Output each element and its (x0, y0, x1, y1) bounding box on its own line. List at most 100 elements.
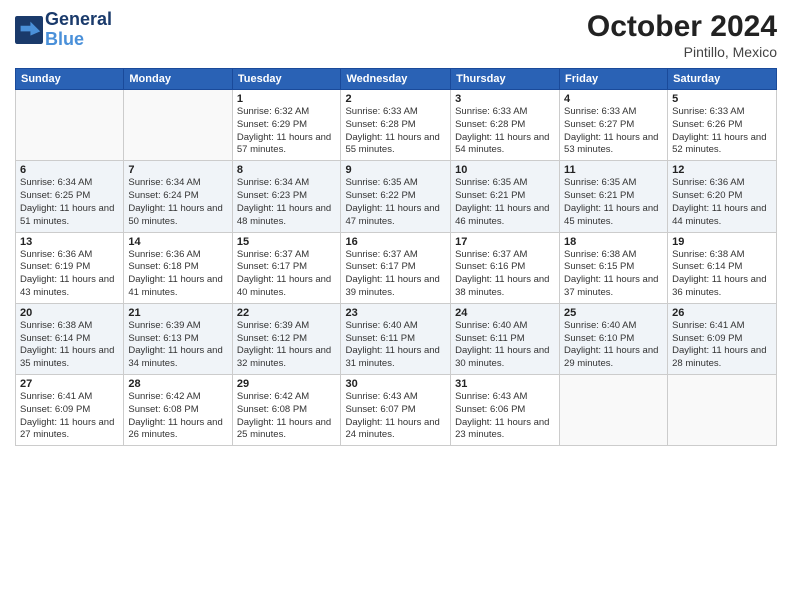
header: General Blue October 2024 Pintillo, Mexi… (15, 10, 777, 60)
day-info: Sunrise: 6:43 AMSunset: 6:07 PMDaylight:… (345, 391, 446, 442)
calendar-cell: 31Sunrise: 6:43 AMSunset: 6:06 PMDayligh… (451, 375, 560, 446)
day-number: 6 (20, 164, 119, 176)
calendar-cell: 3Sunrise: 6:33 AMSunset: 6:28 PMDaylight… (451, 90, 560, 161)
calendar-cell: 11Sunrise: 6:35 AMSunset: 6:21 PMDayligh… (560, 161, 668, 232)
day-number: 12 (672, 164, 772, 176)
day-number: 13 (20, 236, 119, 248)
logo-line1: General (45, 10, 112, 30)
calendar-cell: 24Sunrise: 6:40 AMSunset: 6:11 PMDayligh… (451, 303, 560, 374)
day-info: Sunrise: 6:34 AMSunset: 6:25 PMDaylight:… (20, 177, 119, 228)
calendar-cell: 10Sunrise: 6:35 AMSunset: 6:21 PMDayligh… (451, 161, 560, 232)
calendar-cell (124, 90, 232, 161)
day-number: 14 (128, 236, 227, 248)
day-number: 16 (345, 236, 446, 248)
weekday-header-sunday: Sunday (16, 69, 124, 90)
week-row-2: 6Sunrise: 6:34 AMSunset: 6:25 PMDaylight… (16, 161, 777, 232)
calendar-cell: 20Sunrise: 6:38 AMSunset: 6:14 PMDayligh… (16, 303, 124, 374)
day-info: Sunrise: 6:38 AMSunset: 6:14 PMDaylight:… (672, 249, 772, 300)
day-info: Sunrise: 6:38 AMSunset: 6:14 PMDaylight:… (20, 320, 119, 371)
day-number: 31 (455, 378, 555, 390)
weekday-header-thursday: Thursday (451, 69, 560, 90)
day-info: Sunrise: 6:37 AMSunset: 6:16 PMDaylight:… (455, 249, 555, 300)
day-number: 29 (237, 378, 337, 390)
calendar-cell (668, 375, 777, 446)
day-info: Sunrise: 6:40 AMSunset: 6:11 PMDaylight:… (345, 320, 446, 371)
calendar-cell (16, 90, 124, 161)
day-info: Sunrise: 6:36 AMSunset: 6:18 PMDaylight:… (128, 249, 227, 300)
calendar-cell: 7Sunrise: 6:34 AMSunset: 6:24 PMDaylight… (124, 161, 232, 232)
day-info: Sunrise: 6:38 AMSunset: 6:15 PMDaylight:… (564, 249, 663, 300)
calendar-cell: 19Sunrise: 6:38 AMSunset: 6:14 PMDayligh… (668, 232, 777, 303)
day-number: 4 (564, 93, 663, 105)
calendar-cell: 12Sunrise: 6:36 AMSunset: 6:20 PMDayligh… (668, 161, 777, 232)
day-info: Sunrise: 6:39 AMSunset: 6:13 PMDaylight:… (128, 320, 227, 371)
calendar-cell: 28Sunrise: 6:42 AMSunset: 6:08 PMDayligh… (124, 375, 232, 446)
day-number: 10 (455, 164, 555, 176)
week-row-3: 13Sunrise: 6:36 AMSunset: 6:19 PMDayligh… (16, 232, 777, 303)
calendar-cell: 6Sunrise: 6:34 AMSunset: 6:25 PMDaylight… (16, 161, 124, 232)
day-info: Sunrise: 6:35 AMSunset: 6:21 PMDaylight:… (564, 177, 663, 228)
calendar-cell: 4Sunrise: 6:33 AMSunset: 6:27 PMDaylight… (560, 90, 668, 161)
calendar-cell: 25Sunrise: 6:40 AMSunset: 6:10 PMDayligh… (560, 303, 668, 374)
day-number: 5 (672, 93, 772, 105)
week-row-4: 20Sunrise: 6:38 AMSunset: 6:14 PMDayligh… (16, 303, 777, 374)
day-number: 24 (455, 307, 555, 319)
weekday-header-friday: Friday (560, 69, 668, 90)
day-info: Sunrise: 6:40 AMSunset: 6:11 PMDaylight:… (455, 320, 555, 371)
day-number: 17 (455, 236, 555, 248)
day-info: Sunrise: 6:36 AMSunset: 6:20 PMDaylight:… (672, 177, 772, 228)
day-info: Sunrise: 6:42 AMSunset: 6:08 PMDaylight:… (237, 391, 337, 442)
day-info: Sunrise: 6:34 AMSunset: 6:24 PMDaylight:… (128, 177, 227, 228)
calendar-cell: 2Sunrise: 6:33 AMSunset: 6:28 PMDaylight… (341, 90, 451, 161)
calendar-cell: 26Sunrise: 6:41 AMSunset: 6:09 PMDayligh… (668, 303, 777, 374)
calendar-cell: 9Sunrise: 6:35 AMSunset: 6:22 PMDaylight… (341, 161, 451, 232)
logo: General Blue (15, 10, 112, 50)
week-row-1: 1Sunrise: 6:32 AMSunset: 6:29 PMDaylight… (16, 90, 777, 161)
day-number: 15 (237, 236, 337, 248)
calendar-cell: 15Sunrise: 6:37 AMSunset: 6:17 PMDayligh… (232, 232, 341, 303)
calendar-table: SundayMondayTuesdayWednesdayThursdayFrid… (15, 68, 777, 446)
day-number: 30 (345, 378, 446, 390)
day-number: 3 (455, 93, 555, 105)
calendar-cell: 1Sunrise: 6:32 AMSunset: 6:29 PMDaylight… (232, 90, 341, 161)
day-info: Sunrise: 6:35 AMSunset: 6:22 PMDaylight:… (345, 177, 446, 228)
day-info: Sunrise: 6:35 AMSunset: 6:21 PMDaylight:… (455, 177, 555, 228)
day-info: Sunrise: 6:37 AMSunset: 6:17 PMDaylight:… (345, 249, 446, 300)
day-info: Sunrise: 6:33 AMSunset: 6:27 PMDaylight:… (564, 106, 663, 157)
day-info: Sunrise: 6:41 AMSunset: 6:09 PMDaylight:… (672, 320, 772, 371)
weekday-header-tuesday: Tuesday (232, 69, 341, 90)
calendar-cell: 27Sunrise: 6:41 AMSunset: 6:09 PMDayligh… (16, 375, 124, 446)
day-info: Sunrise: 6:32 AMSunset: 6:29 PMDaylight:… (237, 106, 337, 157)
day-info: Sunrise: 6:41 AMSunset: 6:09 PMDaylight:… (20, 391, 119, 442)
day-info: Sunrise: 6:40 AMSunset: 6:10 PMDaylight:… (564, 320, 663, 371)
day-number: 20 (20, 307, 119, 319)
day-number: 23 (345, 307, 446, 319)
day-info: Sunrise: 6:39 AMSunset: 6:12 PMDaylight:… (237, 320, 337, 371)
page: General Blue October 2024 Pintillo, Mexi… (0, 0, 792, 612)
day-info: Sunrise: 6:43 AMSunset: 6:06 PMDaylight:… (455, 391, 555, 442)
day-number: 1 (237, 93, 337, 105)
calendar-cell: 21Sunrise: 6:39 AMSunset: 6:13 PMDayligh… (124, 303, 232, 374)
calendar-cell: 30Sunrise: 6:43 AMSunset: 6:07 PMDayligh… (341, 375, 451, 446)
calendar-cell: 29Sunrise: 6:42 AMSunset: 6:08 PMDayligh… (232, 375, 341, 446)
day-number: 27 (20, 378, 119, 390)
day-number: 19 (672, 236, 772, 248)
day-number: 18 (564, 236, 663, 248)
calendar-cell: 5Sunrise: 6:33 AMSunset: 6:26 PMDaylight… (668, 90, 777, 161)
calendar-cell: 22Sunrise: 6:39 AMSunset: 6:12 PMDayligh… (232, 303, 341, 374)
day-number: 22 (237, 307, 337, 319)
day-info: Sunrise: 6:42 AMSunset: 6:08 PMDaylight:… (128, 391, 227, 442)
day-number: 8 (237, 164, 337, 176)
weekday-header-saturday: Saturday (668, 69, 777, 90)
day-number: 28 (128, 378, 227, 390)
day-info: Sunrise: 6:33 AMSunset: 6:26 PMDaylight:… (672, 106, 772, 157)
day-number: 26 (672, 307, 772, 319)
calendar-cell: 23Sunrise: 6:40 AMSunset: 6:11 PMDayligh… (341, 303, 451, 374)
logo-line2: Blue (45, 30, 112, 50)
day-info: Sunrise: 6:36 AMSunset: 6:19 PMDaylight:… (20, 249, 119, 300)
calendar-cell: 16Sunrise: 6:37 AMSunset: 6:17 PMDayligh… (341, 232, 451, 303)
day-info: Sunrise: 6:37 AMSunset: 6:17 PMDaylight:… (237, 249, 337, 300)
day-info: Sunrise: 6:33 AMSunset: 6:28 PMDaylight:… (455, 106, 555, 157)
weekday-header-monday: Monday (124, 69, 232, 90)
calendar-cell (560, 375, 668, 446)
